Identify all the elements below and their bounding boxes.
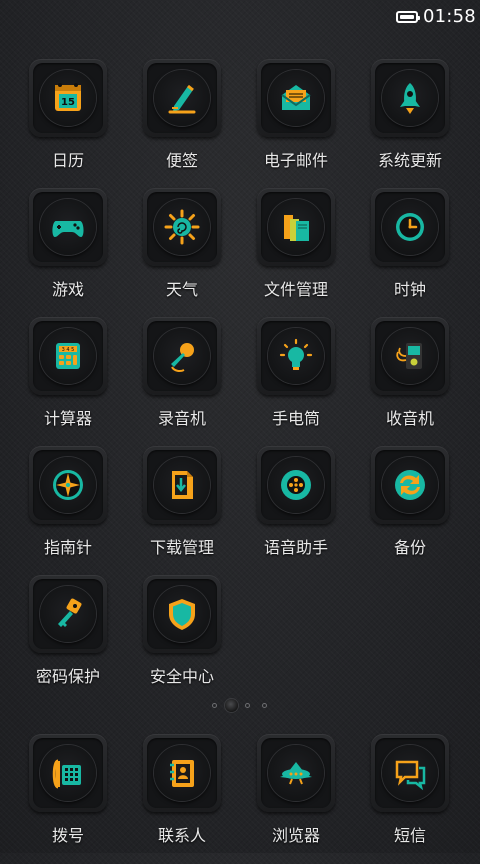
svg-text:15: 15 — [61, 97, 75, 108]
app-label: 语音助手 — [263, 538, 328, 557]
dock-label: 拨号 — [51, 826, 84, 845]
dock-label: 联系人 — [157, 826, 206, 845]
svg-text:3 4 5: 3 4 5 — [62, 347, 75, 353]
app-label: 系统更新 — [377, 151, 442, 170]
app-download-manager[interactable]: 下载管理 — [125, 446, 239, 576]
sync-arrows-icon — [395, 470, 425, 500]
app-label: 密码保护 — [35, 667, 100, 686]
app-label: 计算器 — [43, 409, 92, 428]
status-time: 01:58 — [423, 6, 476, 27]
app-label: 时钟 — [393, 280, 426, 299]
books-folder-icon — [284, 215, 309, 241]
app-label: 手电筒 — [271, 409, 320, 428]
page-dot[interactable] — [245, 703, 250, 708]
dock-label: 浏览器 — [271, 826, 320, 845]
app-compass[interactable]: 指南针 — [11, 446, 125, 576]
dock-messages[interactable]: 短信 — [353, 734, 467, 864]
app-system-update[interactable]: 系统更新 — [353, 59, 467, 189]
app-clock[interactable]: 时钟 — [353, 188, 467, 318]
lightbulb-icon — [279, 338, 313, 370]
airplane-browser-icon — [280, 762, 312, 785]
app-notes[interactable]: 便签 — [125, 59, 239, 189]
contacts-book-icon — [170, 760, 194, 787]
compass-icon — [53, 470, 83, 500]
app-security-center[interactable]: 安全中心 — [125, 575, 239, 705]
page-dot[interactable] — [212, 703, 217, 708]
app-password-protect[interactable]: 密码保护 — [11, 575, 125, 705]
app-label: 文件管理 — [263, 280, 328, 299]
gamepad-icon — [52, 221, 84, 237]
app-file-manager[interactable]: 文件管理 — [239, 188, 353, 318]
app-label: 安全中心 — [149, 667, 214, 686]
app-radio[interactable]: 收音机 — [353, 317, 467, 447]
app-weather[interactable]: 天气 — [125, 188, 239, 318]
key-icon — [58, 598, 82, 627]
app-voice-assistant[interactable]: 语音助手 — [239, 446, 353, 576]
app-backup[interactable]: 备份 — [353, 446, 467, 576]
status-bar: 01:58 — [0, 0, 480, 36]
app-label: 便签 — [165, 151, 198, 170]
dock-label: 短信 — [393, 826, 426, 845]
page-dot-active[interactable] — [225, 699, 238, 712]
dock-browser[interactable]: 浏览器 — [239, 734, 353, 864]
app-label: 游戏 — [51, 280, 84, 299]
phone-icon — [52, 759, 81, 789]
page-dot[interactable] — [262, 703, 267, 708]
app-flashlight[interactable]: 手电筒 — [239, 317, 353, 447]
app-email[interactable]: 电子邮件 — [239, 59, 353, 189]
app-label: 备份 — [393, 538, 426, 557]
app-calendar[interactable]: 15 日历 — [11, 59, 125, 189]
app-label: 日历 — [51, 151, 84, 170]
sun-weather-icon — [164, 209, 200, 245]
calendar-icon: 15 — [55, 83, 81, 111]
dock-phone[interactable]: 拨号 — [11, 734, 125, 864]
radio-icon — [396, 343, 422, 369]
app-label: 下载管理 — [149, 538, 214, 557]
page-indicator — [0, 698, 480, 714]
app-calculator[interactable]: 3 4 5 计算器 — [11, 317, 125, 447]
download-document-icon — [172, 471, 193, 499]
microphone-icon — [171, 343, 194, 372]
message-bubbles-icon — [395, 760, 426, 791]
app-label: 天气 — [165, 280, 198, 299]
calculator-icon: 3 4 5 — [56, 343, 80, 369]
voice-assistant-icon — [281, 470, 311, 500]
battery-icon — [396, 11, 420, 23]
app-recorder[interactable]: 录音机 — [125, 317, 239, 447]
app-games[interactable]: 游戏 — [11, 188, 125, 318]
rocket-icon — [400, 83, 420, 114]
notes-pen-icon — [168, 84, 196, 114]
app-label: 收音机 — [385, 409, 434, 428]
app-label: 指南针 — [43, 538, 92, 557]
email-envelope-icon — [281, 85, 311, 110]
app-label: 电子邮件 — [263, 151, 328, 170]
shield-icon — [169, 599, 195, 630]
clock-icon — [396, 213, 424, 241]
dock-contacts[interactable]: 联系人 — [125, 734, 239, 864]
app-label: 录音机 — [157, 409, 206, 428]
